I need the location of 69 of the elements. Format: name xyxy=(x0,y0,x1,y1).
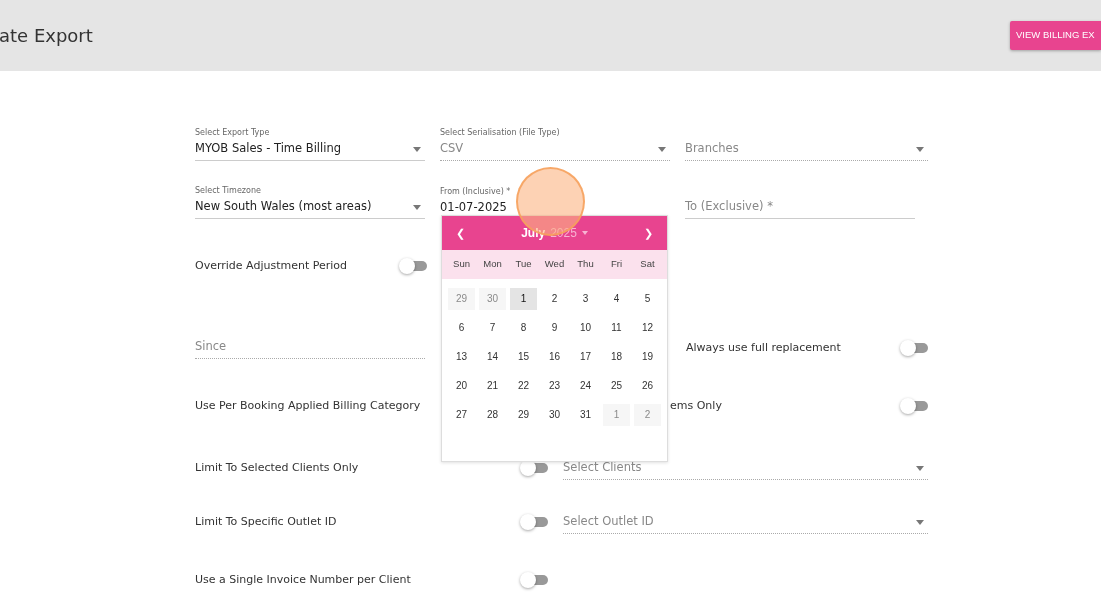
dropdown-caret-icon xyxy=(413,205,421,210)
calendar-day[interactable]: 31 xyxy=(572,404,599,426)
calendar-day[interactable]: 11 xyxy=(603,317,630,339)
calendar-day[interactable]: 7 xyxy=(479,317,506,339)
dropdown-caret-icon xyxy=(916,520,924,525)
dropdown-caret-icon xyxy=(413,147,421,152)
option-label: Limit To Specific Outlet ID xyxy=(195,513,338,530)
calendar-day[interactable]: 8 xyxy=(510,317,537,339)
calendar-day[interactable]: 16 xyxy=(541,346,568,368)
option-label: ems Only xyxy=(670,397,722,414)
calendar-day[interactable]: 14 xyxy=(479,346,506,368)
calendar-day[interactable]: 28 xyxy=(479,404,506,426)
calendar-day[interactable]: 6 xyxy=(448,317,475,339)
calendar-day[interactable]: 12 xyxy=(634,317,661,339)
previous-month-button[interactable]: ❮ xyxy=(452,224,469,242)
view-billing-button[interactable]: VIEW BILLING EX xyxy=(1010,21,1101,50)
option-label: Limit To Selected Clients Only xyxy=(195,459,360,476)
calendar-day[interactable]: 9 xyxy=(541,317,568,339)
from-date-field[interactable]: From (Inclusive) * 01-07-2025 xyxy=(440,187,670,219)
option-label: Use a Single Invoice Number per Client xyxy=(195,571,412,588)
option-label: Use Per Booking Applied Billing Category xyxy=(195,397,421,414)
calendar-day[interactable]: 18 xyxy=(603,346,630,368)
calendar-day[interactable]: 30 xyxy=(541,404,568,426)
weekday-label: Wed xyxy=(543,257,566,272)
calendar-day[interactable]: 5 xyxy=(634,288,661,310)
weekday-label: Thu xyxy=(576,257,595,272)
calendar-day[interactable]: 4 xyxy=(603,288,630,310)
calendar-day[interactable]: 27 xyxy=(448,404,475,426)
timezone-select[interactable]: Select Timezone New South Wales (most areas) xyxy=(195,187,425,219)
calendar-day[interactable]: 2 xyxy=(541,288,568,310)
option-label: Override Adjustment Period xyxy=(195,257,348,274)
calendar-day[interactable]: 3 xyxy=(572,288,599,310)
dropdown-caret-icon xyxy=(916,466,924,471)
page-title: ate Export xyxy=(0,24,93,48)
calendar-day[interactable]: 25 xyxy=(603,375,630,397)
toggle-switch[interactable] xyxy=(900,397,928,415)
weekday-label: Mon xyxy=(482,257,503,272)
next-month-button[interactable]: ❯ xyxy=(640,224,657,242)
calendar-day[interactable]: 24 xyxy=(572,375,599,397)
weekday-label: Fri xyxy=(609,257,624,272)
export-type-select[interactable]: Select Export Type MYOB Sales - Time Billing xyxy=(195,129,425,161)
month-label: July xyxy=(521,225,546,242)
year-dropdown-icon[interactable] xyxy=(581,231,588,235)
field-label: From (Inclusive) * xyxy=(440,187,512,196)
weekday-label: Sat xyxy=(639,257,656,272)
weekday-label: Tue xyxy=(514,257,533,272)
calendar-day[interactable]: 10 xyxy=(572,317,599,339)
calendar-day[interactable]: 22 xyxy=(510,375,537,397)
dropdown-caret-icon xyxy=(658,147,666,152)
calendar-day[interactable]: 15 xyxy=(510,346,537,368)
calendar-day[interactable]: 23 xyxy=(541,375,568,397)
calendar-day[interactable]: 17 xyxy=(572,346,599,368)
field-label: Select Timezone xyxy=(195,186,262,195)
field-label: Select Export Type xyxy=(195,128,271,137)
toggle-switch[interactable] xyxy=(900,339,928,357)
option-label: Always use full replacement xyxy=(686,339,841,356)
calendar-day[interactable]: 21 xyxy=(479,375,506,397)
calendar-day[interactable]: 29 xyxy=(510,404,537,426)
toggle-switch[interactable] xyxy=(520,571,548,589)
weekday-label: Sun xyxy=(452,257,471,272)
calendar-day[interactable]: 13 xyxy=(448,346,475,368)
calendar-day[interactable]: 26 xyxy=(634,375,661,397)
to-date-field[interactable]: To (Exclusive) * xyxy=(685,187,915,219)
field-label: Select Serialisation (File Type) xyxy=(440,128,561,137)
calendar-day[interactable]: 20 xyxy=(448,375,475,397)
calendar-day[interactable]: 1 xyxy=(510,288,537,310)
calendar-day[interactable]: 19 xyxy=(634,346,661,368)
toggle-switch[interactable] xyxy=(399,257,427,275)
dropdown-caret-icon xyxy=(916,147,924,152)
